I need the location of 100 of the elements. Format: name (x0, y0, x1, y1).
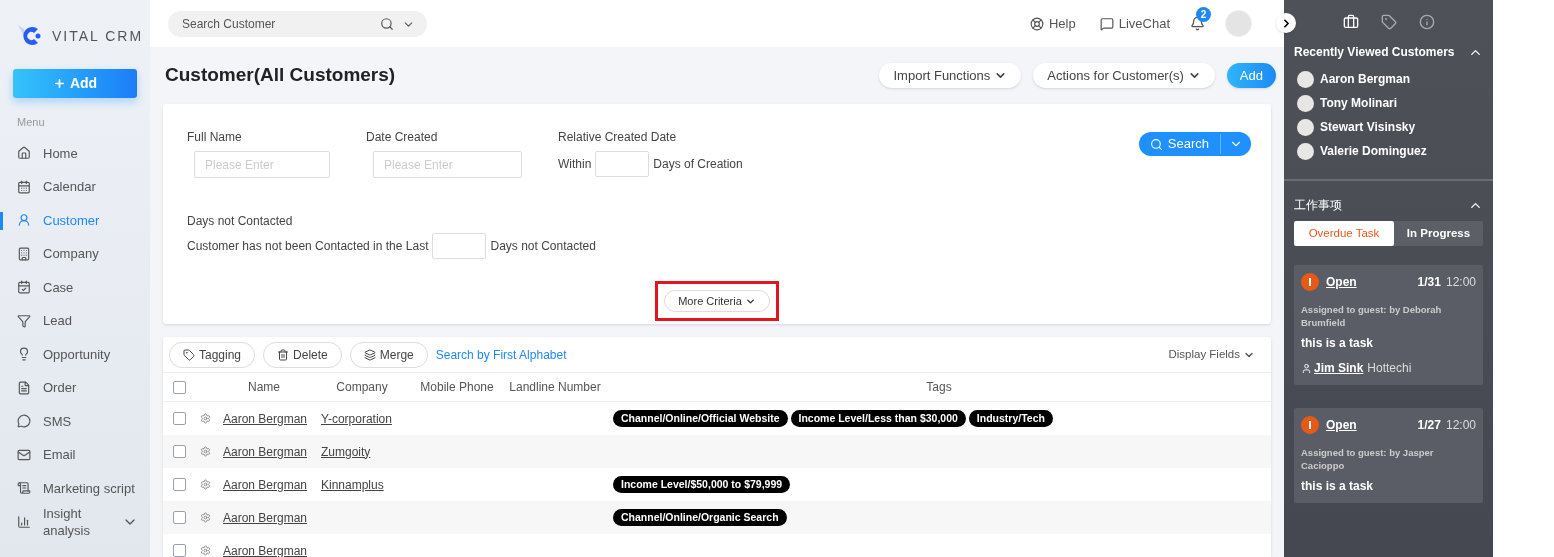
field-label: Days not Contacted (187, 213, 294, 230)
column-header: Tags (926, 379, 952, 396)
collapse-toggle[interactable] (1276, 13, 1296, 33)
person-icon (1301, 362, 1312, 374)
task-status-link[interactable]: Open (1326, 416, 1357, 434)
menu-icon (17, 313, 31, 328)
alert-icon (1301, 416, 1319, 434)
sidebar-item[interactable]: Opportunity (0, 337, 150, 371)
customer-name-link[interactable]: Aaron Bergman (223, 444, 308, 459)
menu-icon (17, 179, 31, 194)
task-time: 12:00 (1445, 417, 1476, 434)
sidebar-item[interactable]: Calendar (0, 170, 150, 204)
gear-icon[interactable] (199, 512, 211, 523)
sidebar-item[interactable]: Order (0, 371, 150, 405)
dropdown-button[interactable]: Actions for Customer(s) (1033, 63, 1215, 88)
display-fields-button[interactable]: Display Fields (1168, 345, 1255, 364)
toolbar-icon (183, 348, 195, 361)
menu-icon (17, 481, 31, 496)
dropdown-button[interactable]: Import Functions (879, 63, 1022, 88)
panel-tab-icon[interactable] (1380, 14, 1397, 30)
gear-icon[interactable] (199, 479, 211, 490)
column-header: Mobile Phone (420, 379, 494, 396)
input-field[interactable] (595, 151, 650, 177)
gear-icon[interactable] (199, 413, 211, 424)
contact-company: Hottechi (1367, 360, 1412, 377)
checkbox[interactable] (172, 478, 186, 491)
sidebar-item[interactable]: Company (0, 237, 150, 271)
tag-pill: Income Level/$50,000 to $79,999 (613, 475, 791, 494)
section-title: Recently Viewed Customers (1294, 44, 1455, 61)
task-tab[interactable]: In Progress (1394, 221, 1483, 246)
task-status-link[interactable]: Open (1326, 273, 1357, 291)
customer-link[interactable]: Aaron Bergman (1320, 70, 1411, 88)
field-suffix: Days of Creation (653, 156, 743, 173)
search-icon (1149, 137, 1163, 151)
tag-pill: Industry/Tech (968, 409, 1053, 428)
company-link[interactable]: Zumgoity (321, 444, 371, 459)
checkbox[interactable] (172, 412, 186, 425)
checkbox[interactable] (172, 511, 186, 524)
customer-link[interactable]: Tony Molinari (1320, 94, 1398, 112)
customer-name-link[interactable]: Aaron Bergman (223, 543, 308, 557)
sidebar-item[interactable]: Lead (0, 304, 150, 338)
menu-icon (17, 213, 31, 228)
field-label: Relative Created Date (558, 129, 678, 146)
task-date: 1/31 (1417, 274, 1441, 291)
company-link[interactable]: Kinnamplus (321, 477, 384, 492)
gear-icon[interactable] (199, 446, 211, 457)
search-icon (380, 16, 394, 31)
field-label: Date Created (366, 129, 439, 146)
gear-icon[interactable] (199, 545, 211, 556)
task-tab[interactable]: Overdue Task (1294, 221, 1394, 246)
task-time: 12:00 (1445, 274, 1476, 291)
help-link[interactable]: Help (1029, 13, 1076, 34)
menu-icon (17, 347, 31, 362)
menu-icon (17, 515, 31, 529)
checkbox[interactable] (172, 544, 186, 557)
sidebar-item[interactable]: Case (0, 270, 150, 304)
livechat-link[interactable]: LiveChat (1099, 13, 1170, 34)
column-header: Company (336, 379, 388, 396)
customer-name-link[interactable]: Aaron Bergman (223, 411, 308, 426)
search-field[interactable]: Search Customer (168, 10, 427, 37)
active-indicator (0, 211, 3, 230)
customer-link[interactable]: Stewart Visinsky (1320, 118, 1416, 136)
task-description: this is a task (1301, 335, 1375, 352)
input-field[interactable] (432, 233, 487, 259)
sidebar-item[interactable]: SMS (0, 404, 150, 438)
chat-icon (1099, 16, 1114, 31)
plus-icon (52, 77, 66, 90)
tag-pill: Channel/Online/Official Website (613, 409, 788, 428)
alphabet-search-link[interactable]: Search by First Alphabet (435, 345, 567, 364)
menu-icon (17, 246, 31, 261)
brand-name: VITAL CRM (52, 26, 144, 46)
checkbox[interactable] (172, 380, 186, 394)
bell-icon[interactable] (1190, 16, 1205, 31)
task-description: this is a task (1301, 478, 1375, 495)
contact-link[interactable]: Jim Sink (1314, 359, 1364, 377)
task-assignment: Assigned to guest: by Deborah Brumfield (1301, 303, 1443, 329)
page-title: Customer(All Customers) (165, 63, 396, 88)
sidebar-item[interactable]: Marketing script (0, 471, 150, 505)
task-date: 1/27 (1417, 417, 1441, 434)
sidebar-item[interactable]: Email (0, 438, 150, 472)
avatar (1297, 70, 1314, 88)
panel-tab-icon[interactable] (1342, 14, 1359, 30)
section-title: 工作事项 (1294, 197, 1342, 214)
avatar (1297, 94, 1314, 112)
company-link[interactable]: Y-corporation (321, 411, 392, 426)
field-suffix: Days not Contacted (490, 238, 596, 255)
customer-name-link[interactable]: Aaron Bergman (223, 477, 308, 492)
menu-icon (17, 414, 31, 429)
menu-label: Menu (17, 115, 46, 130)
menu-icon (17, 280, 31, 295)
panel-tab-icon[interactable] (1418, 14, 1435, 30)
menu-icon (17, 447, 31, 462)
checkbox[interactable] (172, 445, 186, 458)
toolbar-icon (277, 348, 290, 361)
field-prefix: Customer has not been Contacted in the Last (187, 238, 429, 255)
notification-count: 2 (1196, 7, 1211, 22)
sidebar-item[interactable]: Home (0, 136, 150, 170)
customer-name-link[interactable]: Aaron Bergman (223, 510, 308, 525)
sidebar-item[interactable]: Insight analysis (0, 505, 150, 539)
customer-link[interactable]: Valerie Dominguez (1320, 142, 1427, 160)
